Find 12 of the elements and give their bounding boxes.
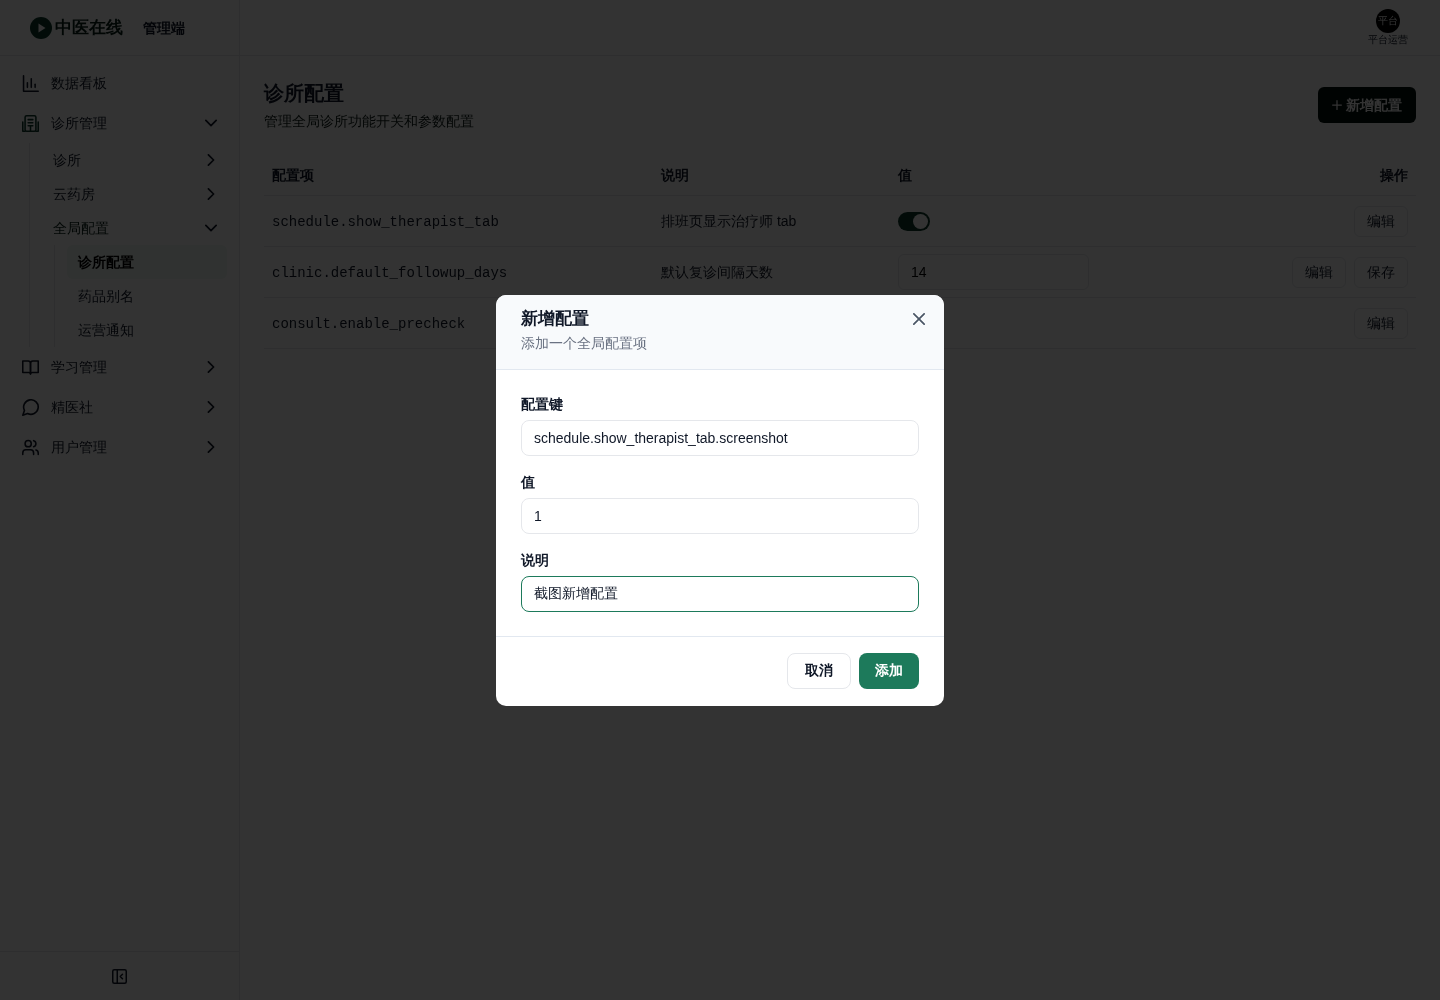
add-button[interactable]: 添加: [859, 652, 919, 689]
field-label: 配置键: [521, 394, 564, 414]
dialog-title: 新增配置: [521, 307, 590, 330]
dialog-subtitle: 添加一个全局配置项: [521, 333, 647, 353]
field-label: 说明: [521, 550, 550, 570]
cancel-button[interactable]: 取消: [787, 652, 851, 689]
text-input[interactable]: 1: [521, 497, 919, 534]
text-input[interactable]: 截图新增配置: [521, 575, 919, 612]
close-icon: [913, 312, 925, 325]
field-label: 值: [521, 472, 536, 492]
close-button[interactable]: [911, 310, 927, 327]
text-input[interactable]: schedule.show_therapist_tab.screenshot: [521, 419, 919, 456]
